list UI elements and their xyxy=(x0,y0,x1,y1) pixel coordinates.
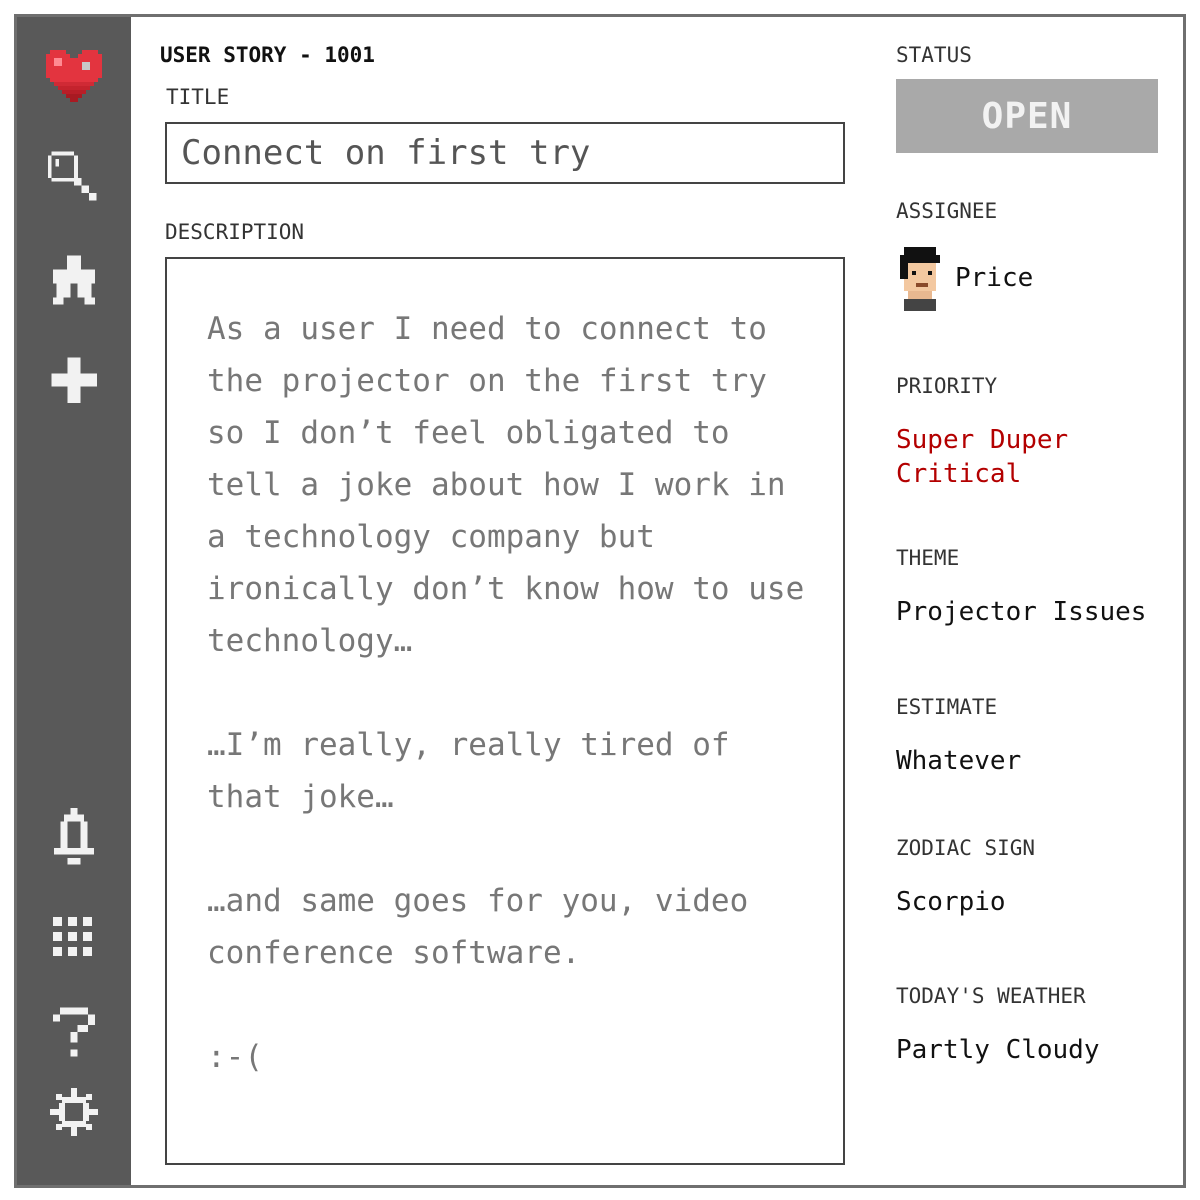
assignee-name[interactable]: Price xyxy=(955,261,1033,295)
priority-value[interactable]: Super Duper Critical xyxy=(896,423,1136,491)
estimate-label: ESTIMATE xyxy=(896,695,998,719)
priority-label: PRIORITY xyxy=(896,374,998,398)
title-label: TITLE xyxy=(166,85,230,109)
heart-logo-icon[interactable] xyxy=(17,39,131,109)
status-label: STATUS xyxy=(896,43,972,67)
description-paragraph: …and same goes for you, video conference… xyxy=(207,883,749,971)
search-icon[interactable] xyxy=(17,139,131,209)
title-input[interactable]: Connect on first try xyxy=(165,122,845,184)
theme-value[interactable]: Projector Issues xyxy=(896,595,1146,629)
estimate-value[interactable]: Whatever xyxy=(896,744,1021,778)
zodiac-label: ZODIAC SIGN xyxy=(896,836,1036,860)
description-label: DESCRIPTION xyxy=(165,220,305,244)
description-paragraph: As a user I need to connect to the proje… xyxy=(207,311,805,659)
bell-icon[interactable] xyxy=(17,803,131,873)
plus-icon[interactable] xyxy=(17,345,131,415)
story-id: USER STORY - 1001 xyxy=(160,43,375,67)
description-paragraph: :-( xyxy=(207,1039,263,1075)
weather-value[interactable]: Partly Cloudy xyxy=(896,1033,1100,1067)
assignee-label: ASSIGNEE xyxy=(896,199,998,223)
avatar[interactable] xyxy=(896,246,944,316)
theme-label: THEME xyxy=(896,546,960,570)
weather-label: TODAY'S WEATHER xyxy=(896,984,1086,1008)
app-window: USER STORY - 1001 TITLE Connect on first… xyxy=(14,14,1186,1188)
sidebar xyxy=(17,17,131,1185)
description-paragraph: …I’m really, really tired of that joke… xyxy=(207,727,730,815)
description-textarea[interactable]: As a user I need to connect to the proje… xyxy=(165,257,845,1165)
help-icon[interactable] xyxy=(17,997,131,1067)
gear-icon[interactable] xyxy=(17,1077,131,1147)
zodiac-value[interactable]: Scorpio xyxy=(896,885,1006,919)
status-badge[interactable]: OPEN xyxy=(896,79,1158,153)
puzzle-icon[interactable] xyxy=(17,245,131,315)
grid-icon[interactable] xyxy=(17,903,131,973)
